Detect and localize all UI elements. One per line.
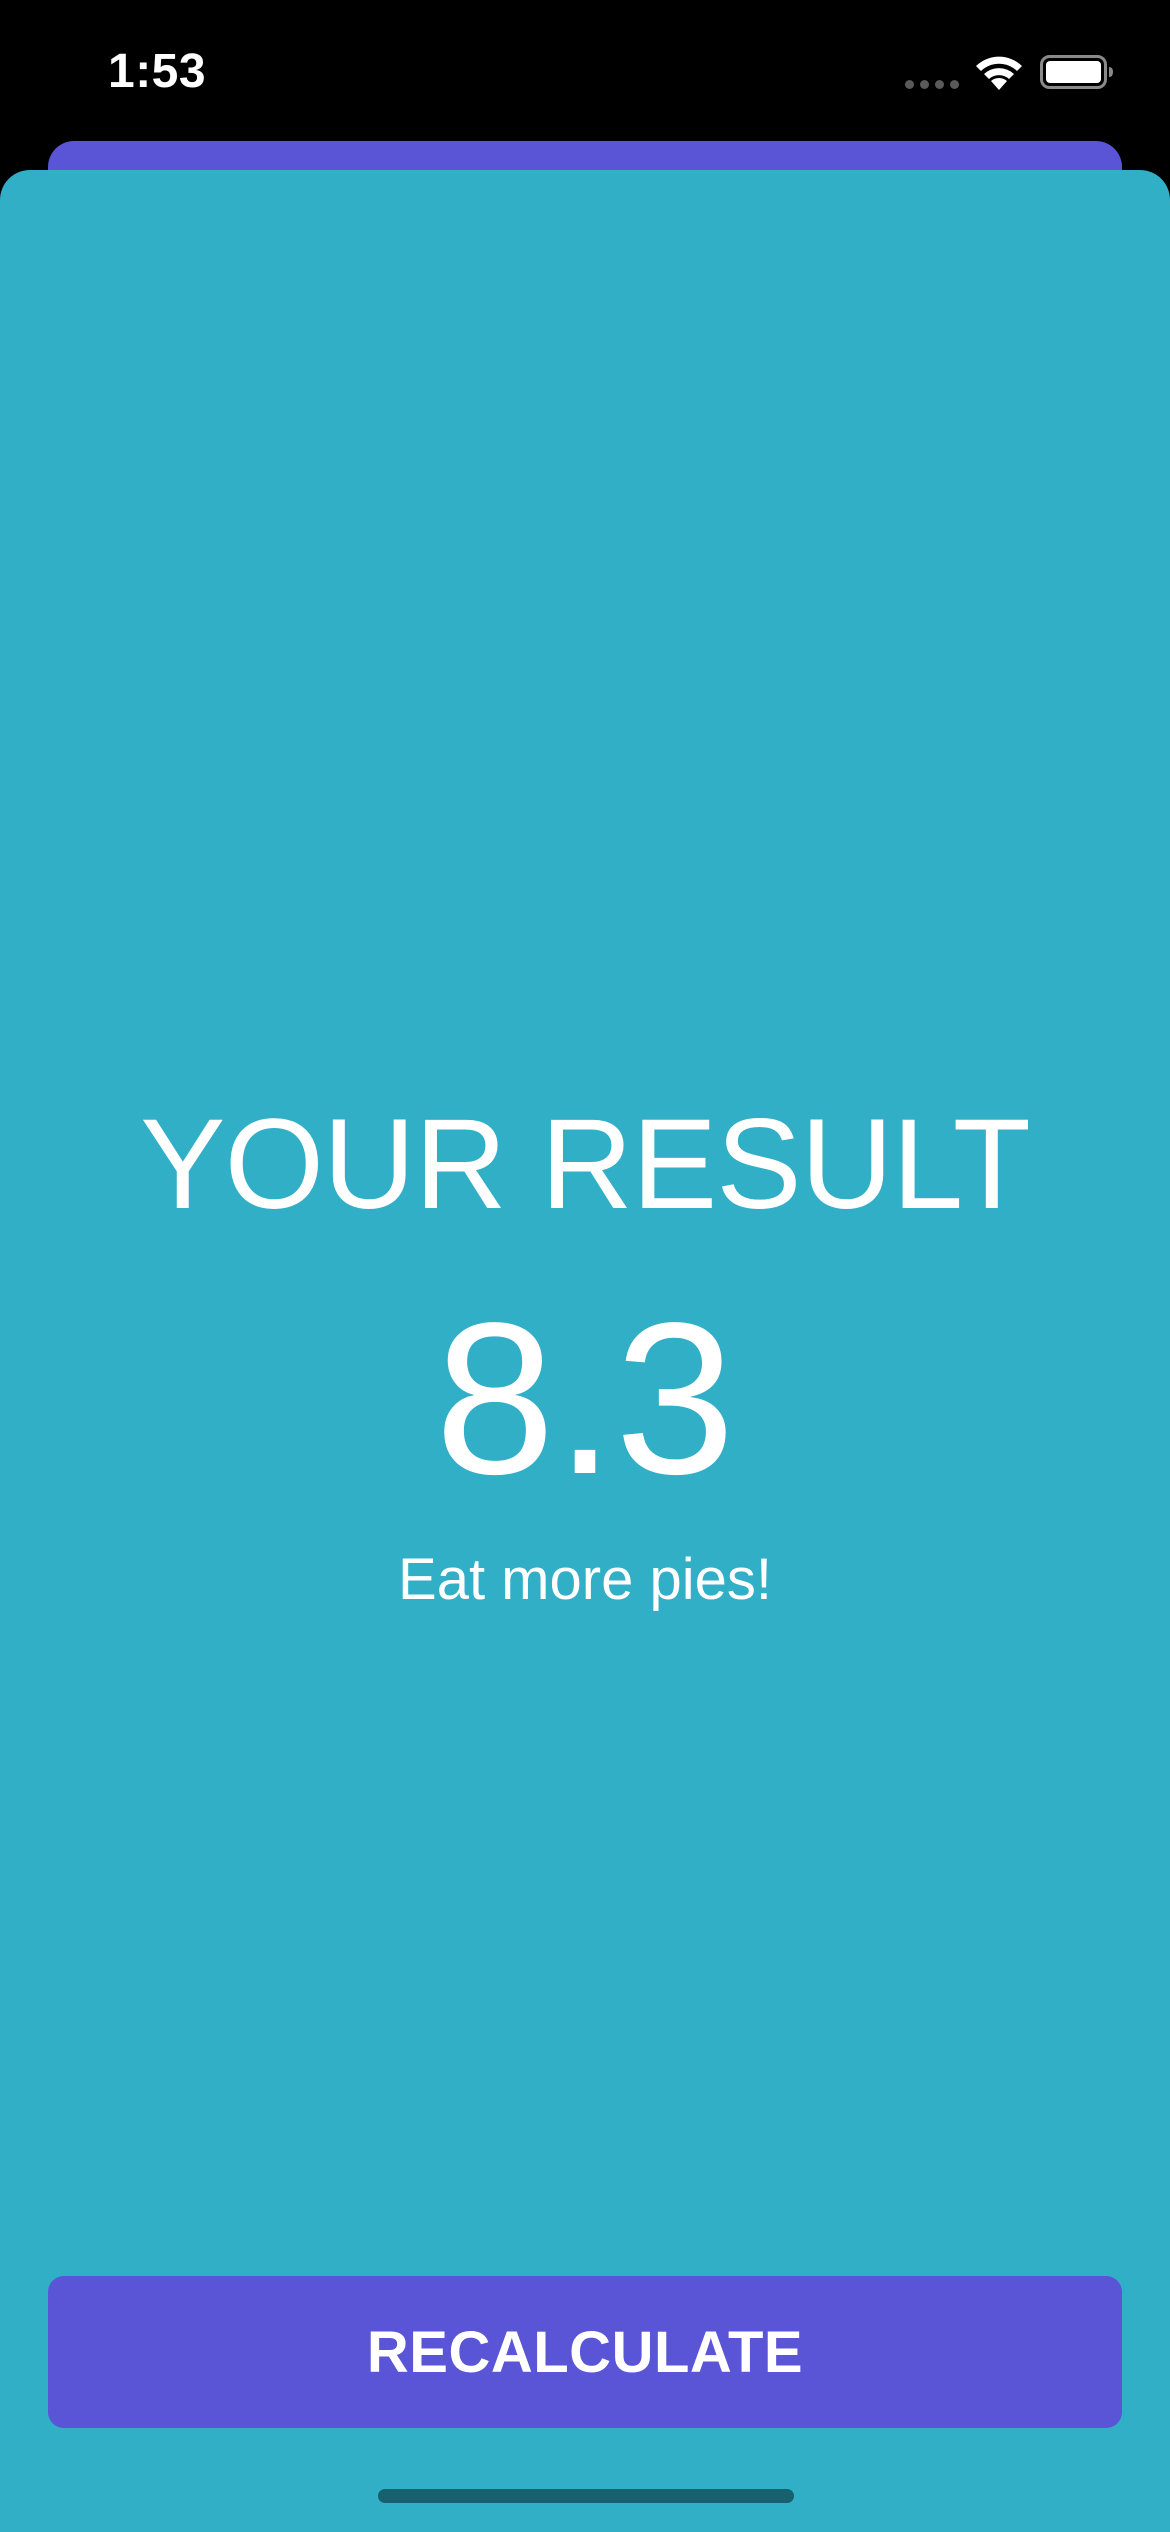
wifi-icon [976, 56, 1022, 90]
result-title: YOUR RESULT [140, 1093, 1031, 1236]
screen: 1:53 YOUR RESULT 8.3 Eat more pies! RECA… [0, 0, 1170, 2532]
home-indicator[interactable] [378, 2489, 794, 2503]
status-bar: 1:53 [0, 0, 1170, 140]
result-advice: Eat more pies! [398, 1547, 772, 1612]
battery-icon [1040, 55, 1113, 89]
status-time: 1:53 [108, 45, 207, 98]
cellular-signal-icon [905, 80, 959, 89]
recalculate-button[interactable]: RECALCULATE [48, 2276, 1122, 2428]
result-value: 8.3 [434, 1277, 736, 1519]
